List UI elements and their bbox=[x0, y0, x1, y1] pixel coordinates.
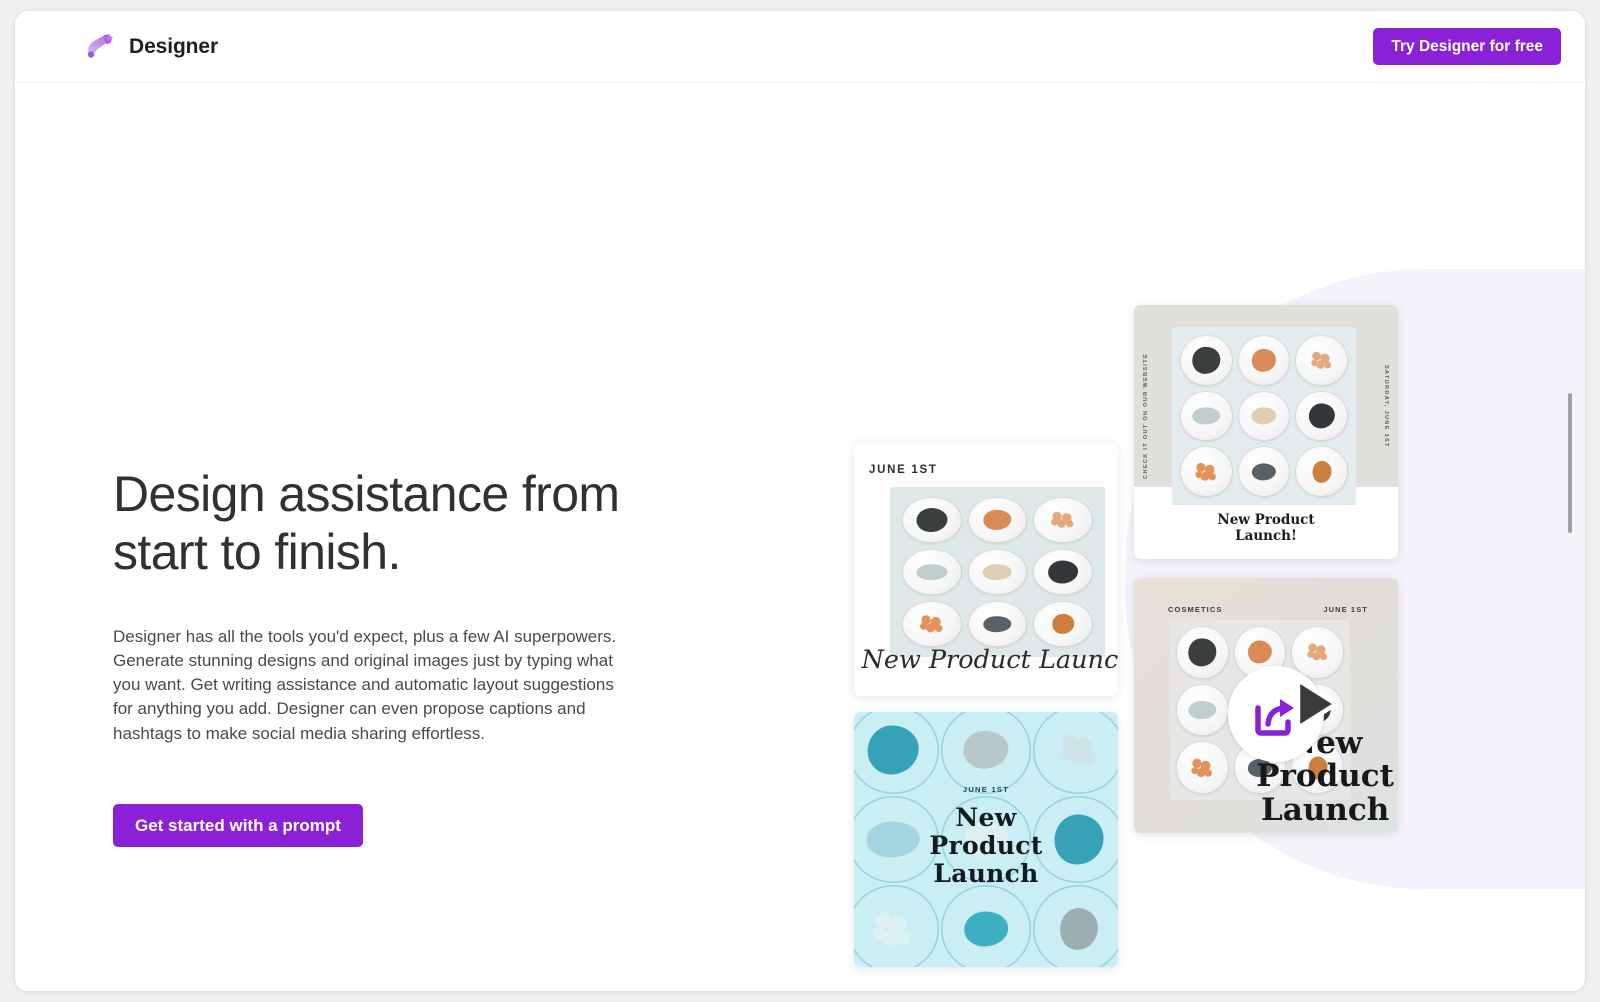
petri-plate bbox=[1176, 741, 1229, 794]
petri-plate bbox=[967, 601, 1028, 647]
petri-plate bbox=[1176, 626, 1229, 679]
plate-specimen bbox=[1247, 701, 1273, 719]
petri-plate bbox=[1295, 390, 1348, 442]
petri-plate bbox=[940, 885, 1032, 967]
plate-specimen bbox=[916, 508, 948, 532]
petri-plate bbox=[967, 549, 1028, 595]
petri-plate bbox=[902, 601, 962, 647]
plate-specimen bbox=[1048, 510, 1079, 530]
plate-specimen bbox=[1052, 613, 1074, 635]
card-b-plate-grid bbox=[1180, 335, 1348, 497]
petri-plate bbox=[1237, 390, 1291, 442]
brand[interactable]: Designer bbox=[82, 30, 218, 64]
petri-plate bbox=[1033, 885, 1118, 967]
plate-specimen bbox=[1048, 560, 1079, 584]
plate-specimen bbox=[1188, 638, 1217, 667]
card-d-title-line-2: Product bbox=[1256, 758, 1394, 795]
plate-specimen bbox=[964, 911, 1008, 947]
card-b-title-line-2: Launch! bbox=[1235, 528, 1297, 545]
designer-brush-logo-icon bbox=[87, 33, 114, 58]
card-c-title-line-3: Launch bbox=[933, 859, 1039, 888]
petri-plate bbox=[940, 712, 1032, 794]
card-c-date-label: JUNE 1ST bbox=[962, 785, 1010, 794]
card-a-script-title: New Product Launch! bbox=[861, 645, 1118, 674]
petri-plate bbox=[1180, 390, 1233, 442]
plate-specimen bbox=[983, 616, 1012, 632]
card-a-plate-grid-background bbox=[890, 487, 1105, 657]
petri-plate bbox=[1180, 446, 1233, 497]
plate-specimen bbox=[963, 730, 1009, 770]
card-b-title-line-1: New Product bbox=[1217, 512, 1315, 529]
design-samples-collage: JUNE 1ST New Product Launch! CHECK IT OU… bbox=[15, 83, 1585, 991]
plate-specimen bbox=[869, 908, 917, 951]
design-card-aqua-poster[interactable]: JUNE 1ST New Product Launch bbox=[854, 712, 1118, 967]
petri-plate bbox=[1237, 446, 1291, 497]
app-header: Designer Try Designer for free bbox=[15, 11, 1585, 83]
plate-specimen bbox=[1251, 349, 1277, 372]
petri-plate bbox=[1176, 683, 1229, 737]
plate-specimen bbox=[867, 725, 919, 775]
card-b-title: New Product Launch! bbox=[1134, 512, 1398, 545]
card-a-plate-grid bbox=[902, 497, 1093, 647]
vertical-scrollbar-thumb[interactable] bbox=[1568, 393, 1572, 533]
browser-window: Designer Try Designer for free Design as… bbox=[14, 10, 1586, 992]
design-card-grey-poster[interactable]: CHECK IT OUT ON OUR WEBSITE SATURDAY, JU… bbox=[1134, 305, 1398, 559]
card-d-title: New Product Launch bbox=[1256, 724, 1394, 828]
petri-plate bbox=[1033, 497, 1093, 543]
card-d-title-line-1: New bbox=[1287, 724, 1363, 761]
card-c-title: New Product Launch bbox=[854, 804, 1118, 888]
try-designer-for-free-button[interactable]: Try Designer for free bbox=[1373, 27, 1561, 66]
plate-specimen bbox=[1193, 460, 1220, 483]
petri-plate bbox=[1180, 335, 1233, 386]
card-c-title-line-2: Product bbox=[929, 831, 1043, 860]
petri-plate bbox=[1033, 601, 1093, 647]
card-d-tag-left: COSMETICS bbox=[1168, 605, 1223, 614]
card-b-vertical-right-text: SATURDAY, JUNE 1ST bbox=[1383, 365, 1389, 448]
petri-plate bbox=[902, 549, 962, 595]
plate-specimen bbox=[1304, 641, 1331, 663]
plate-specimen bbox=[916, 613, 947, 635]
card-a-date-label: JUNE 1ST bbox=[869, 464, 938, 476]
petri-plate bbox=[1295, 446, 1348, 497]
plate-specimen bbox=[1189, 756, 1216, 780]
design-card-video-poster[interactable]: COSMETICS JUNE 1ST New Product Launch bbox=[1134, 578, 1398, 833]
card-b-plate-grid-background bbox=[1172, 327, 1356, 505]
plate-specimen bbox=[983, 509, 1012, 531]
petri-plate bbox=[854, 885, 939, 967]
petri-plate bbox=[1033, 549, 1093, 595]
vertical-scrollbar-track[interactable] bbox=[1565, 83, 1575, 991]
petri-plate bbox=[1237, 335, 1291, 386]
plate-specimen bbox=[1308, 403, 1335, 429]
plate-specimen bbox=[1192, 347, 1221, 374]
card-b-vertical-left-text: CHECK IT OUT ON OUR WEBSITE bbox=[1143, 353, 1149, 479]
plate-specimen bbox=[1247, 640, 1273, 664]
petri-plate bbox=[1295, 335, 1348, 386]
plate-specimen bbox=[1188, 701, 1217, 719]
petri-plate bbox=[854, 712, 939, 794]
petri-plate bbox=[1033, 712, 1118, 794]
plate-specimen bbox=[916, 564, 948, 580]
petri-plate bbox=[1291, 626, 1344, 679]
plate-specimen bbox=[1059, 908, 1098, 951]
plate-specimen bbox=[1308, 350, 1335, 371]
petri-plate bbox=[1233, 626, 1287, 679]
plate-specimen bbox=[1055, 730, 1103, 770]
plate-specimen bbox=[1251, 463, 1277, 481]
brand-name: Designer bbox=[129, 34, 219, 58]
petri-plate bbox=[967, 497, 1028, 543]
petri-plate bbox=[902, 497, 962, 543]
plate-specimen bbox=[1312, 460, 1332, 483]
card-d-title-line-3: Launch bbox=[1260, 791, 1390, 828]
card-c-title-line-1: New bbox=[955, 803, 1017, 832]
card-d-tag-right: JUNE 1ST bbox=[1323, 605, 1368, 614]
plate-specimen bbox=[1251, 407, 1277, 425]
plate-specimen bbox=[1304, 696, 1331, 724]
design-card-white-poster[interactable]: JUNE 1ST New Product Launch! bbox=[854, 442, 1118, 696]
plate-specimen bbox=[983, 564, 1012, 580]
page-body: Design assistance from start to finish. … bbox=[15, 83, 1585, 991]
plate-specimen bbox=[1192, 407, 1221, 425]
